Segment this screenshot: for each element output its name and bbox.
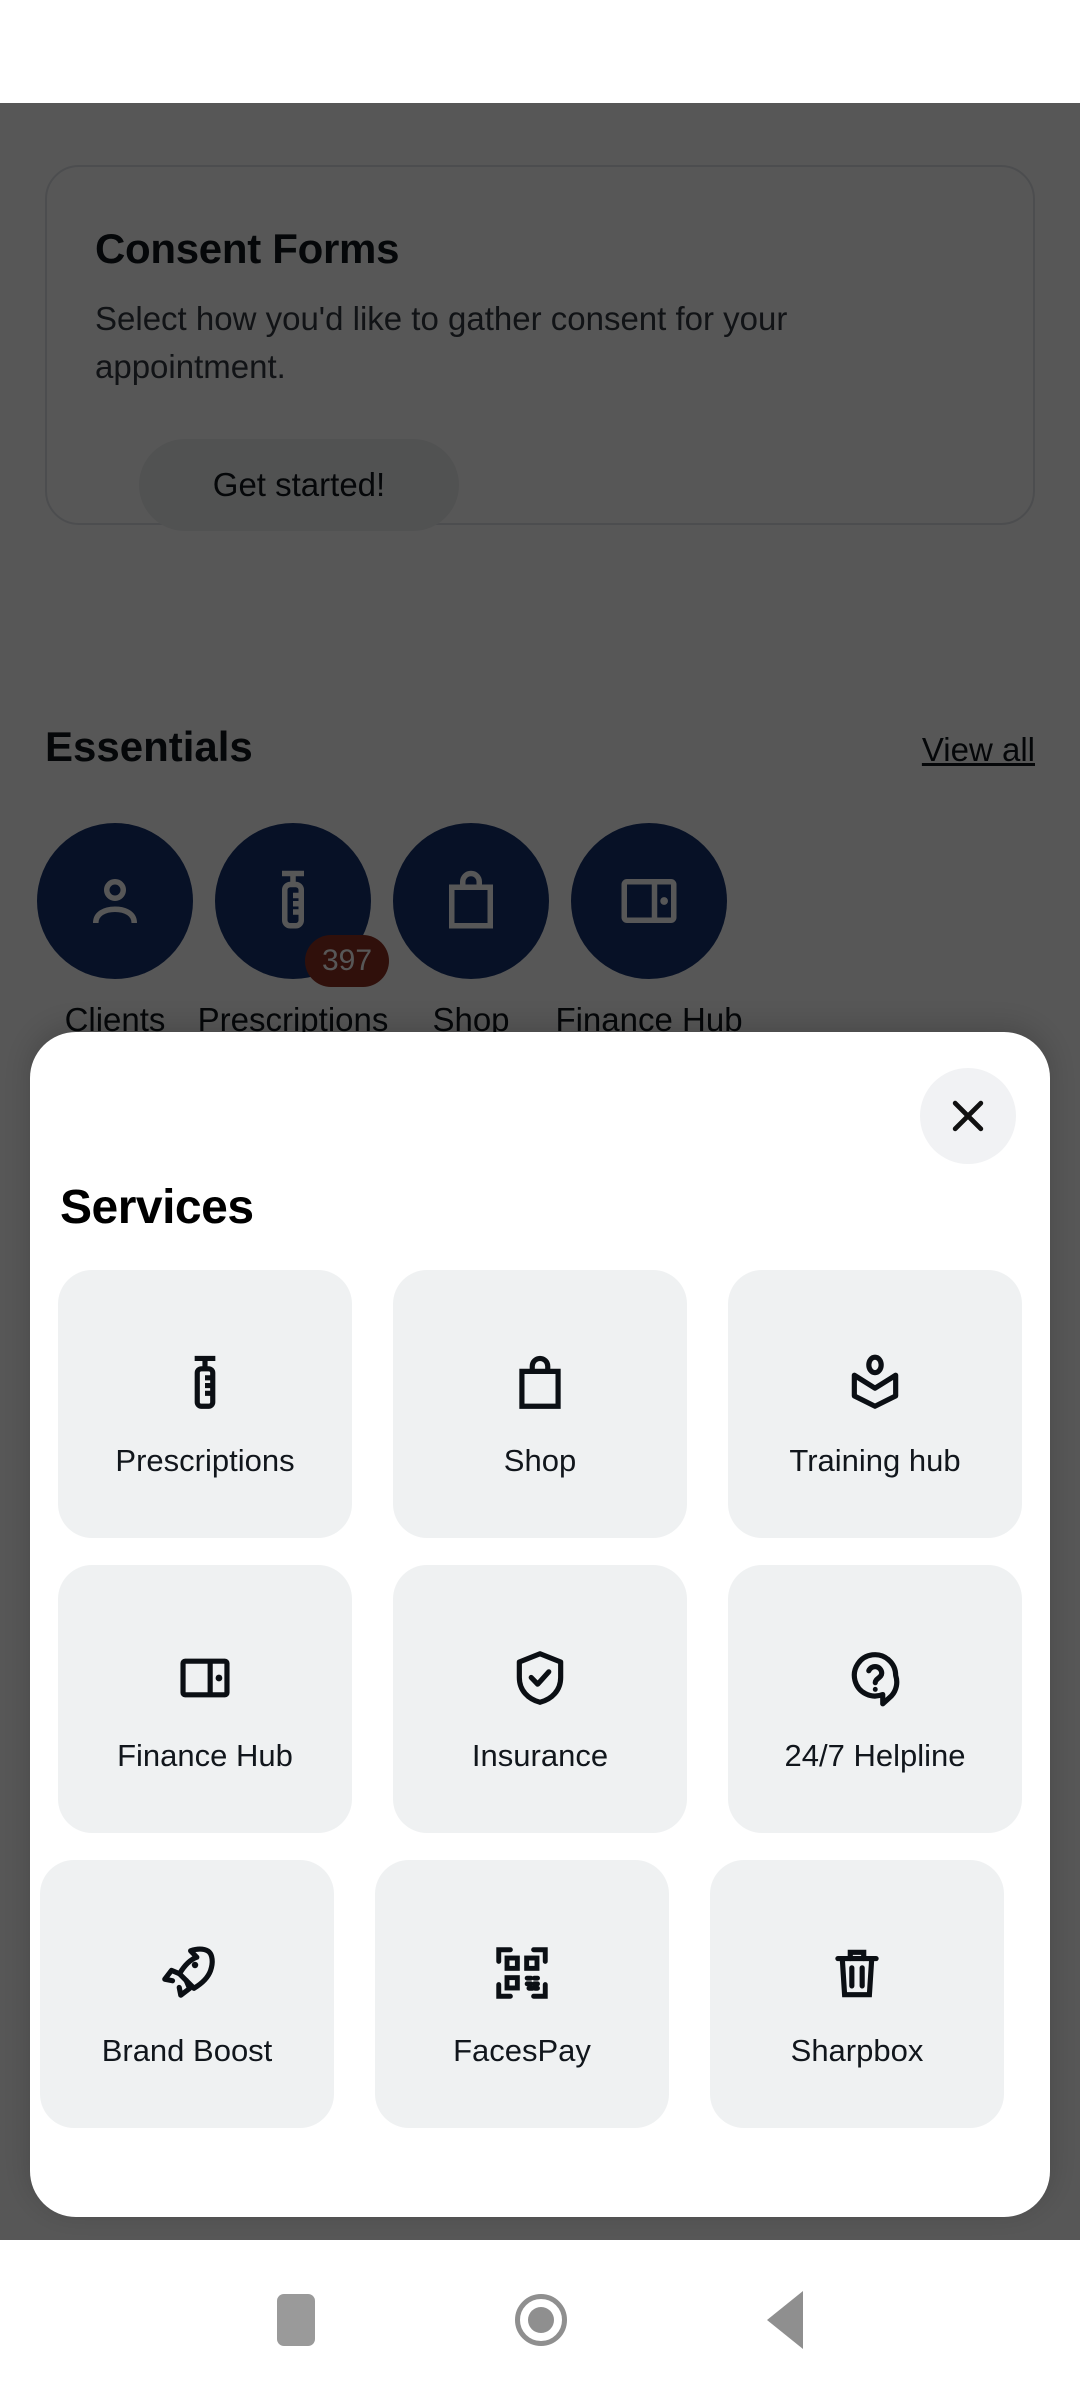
home-button-icon[interactable] (515, 2294, 567, 2346)
sheet-title: Services (60, 1181, 254, 1234)
status-bar (0, 0, 1080, 103)
service-tile-facespay[interactable]: FacesPay (375, 1860, 669, 2128)
service-label: Finance Hub (117, 1738, 293, 1773)
back-button-icon[interactable] (767, 2291, 803, 2349)
service-label: Training hub (789, 1443, 961, 1478)
service-tile-finance-hub[interactable]: Finance Hub (58, 1565, 352, 1833)
service-label: Sharpbox (790, 2033, 924, 2068)
shield-check-icon (509, 1624, 571, 1732)
services-grid: Prescriptions Shop Training hub Finance … (30, 1270, 1050, 2155)
service-tile-brand-boost[interactable]: Brand Boost (40, 1860, 334, 2128)
open-book-person-icon (844, 1329, 906, 1437)
service-tile-sharpbox[interactable]: Sharpbox (710, 1860, 1004, 2128)
service-tile-helpline[interactable]: 24/7 Helpline (728, 1565, 1022, 1833)
close-icon (952, 1100, 984, 1132)
rocket-icon (156, 1919, 218, 2027)
service-label: Brand Boost (101, 2033, 273, 2068)
close-sheet-button[interactable] (920, 1068, 1016, 1164)
phone-screen: Consent Forms Select how you'd like to g… (0, 0, 1080, 2400)
service-label: FacesPay (453, 2033, 591, 2068)
recents-button-icon[interactable] (277, 2294, 315, 2346)
services-grid-row: Finance Hub Insurance 24/7 Helpline (30, 1565, 1050, 1860)
question-bubble-icon (844, 1624, 906, 1732)
service-label: Insurance (471, 1738, 609, 1773)
service-label: Shop (503, 1443, 577, 1478)
service-tile-insurance[interactable]: Insurance (393, 1565, 687, 1833)
services-grid-row: Brand Boost FacesPay Sharpbox (30, 1860, 1050, 2155)
service-tile-shop[interactable]: Shop (393, 1270, 687, 1538)
shopping-bag-icon (509, 1329, 571, 1437)
service-label: Prescriptions (115, 1443, 295, 1478)
services-bottom-sheet: Services Prescriptions Shop Training hub… (30, 1032, 1050, 2217)
service-tile-training-hub[interactable]: Training hub (728, 1270, 1022, 1538)
android-navigation-bar (0, 2240, 1080, 2400)
service-tile-prescriptions[interactable]: Prescriptions (58, 1270, 352, 1538)
trash-bin-icon (826, 1919, 888, 2027)
services-grid-row: Prescriptions Shop Training hub (30, 1270, 1050, 1565)
qr-code-icon (491, 1919, 553, 2027)
syringe-icon (174, 1329, 236, 1437)
wallet-icon (174, 1624, 236, 1732)
service-label: 24/7 Helpline (784, 1738, 966, 1773)
